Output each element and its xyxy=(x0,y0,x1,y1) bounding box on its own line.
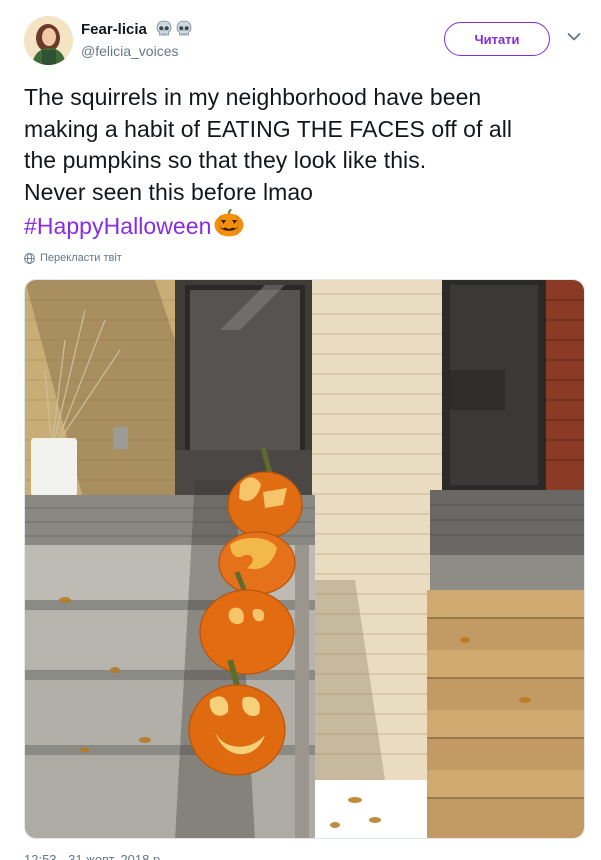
tweet-text-line: Never seen this before lmao xyxy=(24,178,313,205)
tweet-text: The squirrels in my neighborhood have be… xyxy=(24,82,584,243)
tweet-text-line: making a habit of EATING THE FACES off o… xyxy=(24,115,513,142)
author-name-block[interactable]: Fear-licia @felicia_voices xyxy=(81,20,193,59)
author-handle[interactable]: @felicia_voices xyxy=(81,43,193,59)
tweet-header: Fear-licia @felicia_voices Читати xyxy=(24,16,584,68)
tweet-text-line: the pumpkins so that they look like this… xyxy=(24,147,427,173)
jack-o-lantern-icon xyxy=(214,209,244,237)
avatar[interactable] xyxy=(24,16,73,65)
display-name[interactable]: Fear-licia xyxy=(81,20,193,38)
globe-icon xyxy=(24,252,35,264)
skull-icon xyxy=(156,20,172,36)
skull-icon xyxy=(176,20,192,36)
name-emoji-group xyxy=(155,20,193,38)
tweet-timestamp[interactable]: 12:53 - 31 жовт. 2018 р. xyxy=(24,852,164,860)
hashtag-link[interactable]: #HappyHalloween xyxy=(24,213,211,239)
tweet-text-line: The squirrels in my neighborhood have be… xyxy=(24,84,482,110)
hashtag-line: #HappyHalloween xyxy=(24,208,584,243)
tweet-photo[interactable] xyxy=(24,279,585,839)
chevron-down-icon[interactable] xyxy=(567,32,581,42)
translate-label[interactable]: Перекласти твіт xyxy=(40,252,122,264)
translate-tweet-link[interactable]: Перекласти твіт xyxy=(24,252,122,264)
follow-button[interactable]: Читати xyxy=(444,22,550,56)
